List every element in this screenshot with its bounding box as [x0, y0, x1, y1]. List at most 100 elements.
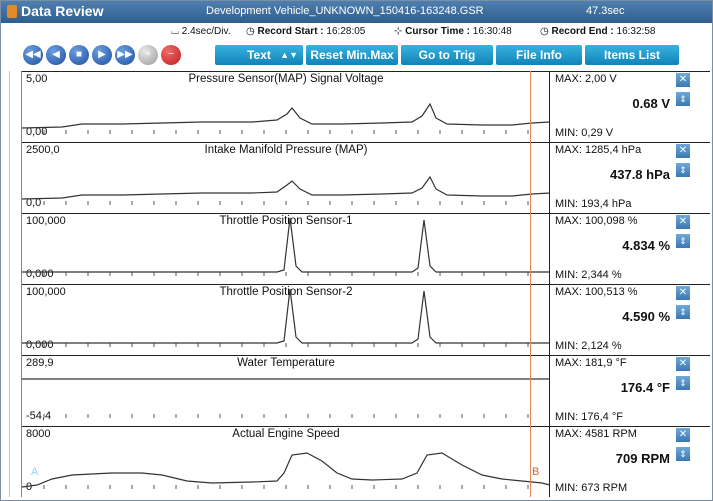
cursor-a-line[interactable]	[9, 71, 10, 497]
close-icon[interactable]: ✕	[676, 428, 690, 442]
min-value: MIN: 673 RPM	[555, 482, 628, 494]
record-start-value: 16:28:05	[326, 26, 366, 37]
graph-panel-tps2[interactable]: Throttle Position Sensor-2 100,000 0,000	[22, 284, 550, 355]
record-duration: 47.3sec	[586, 5, 625, 17]
crosshair-icon: ⊹	[394, 26, 403, 37]
cursor-time-label: Cursor Time :	[405, 26, 471, 37]
text-mode-label: Text	[247, 48, 271, 62]
close-icon[interactable]: ✕	[676, 286, 690, 300]
file-info-button[interactable]: File Info	[496, 45, 582, 65]
signal-trace	[22, 288, 550, 344]
graph-trace-svg	[22, 452, 550, 489]
max-value: MAX: 2,00 V	[555, 73, 617, 85]
clock-icon: ◷	[540, 26, 549, 37]
scale-icon[interactable]: ⇕	[676, 163, 690, 177]
file-name: Development Vehicle_UNKNOWN_150416-16324…	[206, 5, 484, 17]
cursor-time-value: 16:30:48	[472, 26, 512, 37]
info-bar: ⌴ 2.4sec/Div. ◷ Record Start : 16:28:05 …	[1, 23, 712, 41]
record-start: ◷ Record Start : 16:28:05	[246, 26, 365, 37]
scale-icon[interactable]: ⇕	[676, 376, 690, 390]
min-value: MIN: 193,4 hPa	[555, 198, 632, 210]
graph-trace-svg	[22, 175, 550, 205]
graph-trace-svg	[22, 378, 550, 418]
graph-panel-map-voltage[interactable]: Pressure Sensor(MAP) Signal Voltage 5,00…	[22, 71, 550, 142]
current-value: 0.68 V	[632, 96, 670, 111]
min-value: MIN: 2,344 %	[555, 269, 622, 281]
value-item-map-voltage: MAX: 2,00 V 0.68 V MIN: 0,29 V ✕ ⇕	[550, 71, 710, 142]
scale-icon[interactable]: ⇕	[676, 234, 690, 248]
signal-trace	[22, 217, 550, 273]
min-value: MIN: 2,124 %	[555, 340, 622, 352]
time-division-value: 2.4sec/Div.	[181, 26, 231, 37]
window-title: Data Review	[21, 3, 104, 19]
close-icon[interactable]: ✕	[676, 215, 690, 229]
graph-panel-water-temp[interactable]: Water Temperature 289,9 -54,4	[22, 355, 550, 426]
remove-item-button[interactable]: −	[161, 45, 181, 65]
updown-icon: ▲▼	[280, 50, 298, 60]
reset-minmax-button[interactable]: Reset Min.Max	[306, 45, 398, 65]
value-item-map-pressure: MAX: 1285,4 hPa 437.8 hPa MIN: 193,4 hPa…	[550, 142, 710, 213]
cursor-b-line[interactable]	[530, 71, 531, 497]
record-end-label: Record End :	[551, 26, 614, 37]
scale-icon[interactable]: ⇕	[676, 305, 690, 319]
graph-panel-map-pressure[interactable]: Intake Manifold Pressure (MAP) 2500,0 0,…	[22, 142, 550, 213]
cursor-time: ⊹ Cursor Time : 16:30:48	[394, 26, 512, 37]
tick-marks	[43, 343, 529, 347]
min-value: MIN: 0,29 V	[555, 127, 614, 139]
data-review-window: Data Review Development Vehicle_UNKNOWN_…	[0, 0, 713, 501]
graph-trace-svg	[22, 217, 550, 276]
tick-marks	[43, 272, 529, 276]
signal-trace	[22, 175, 550, 200]
items-list-button[interactable]: Items List	[585, 45, 679, 65]
app-icon	[7, 5, 17, 18]
graph-panel-tps1[interactable]: Throttle Position Sensor-1 100,000 0,000	[22, 213, 550, 284]
cursor-b-label: B	[532, 466, 540, 478]
title-bar: Data Review Development Vehicle_UNKNOWN_…	[1, 1, 712, 23]
tick-marks	[43, 414, 529, 418]
current-value: 176.4 °F	[620, 380, 670, 395]
record-start-label: Record Start :	[257, 26, 324, 37]
time-division: ⌴ 2.4sec/Div.	[171, 26, 231, 37]
close-icon[interactable]: ✕	[676, 357, 690, 371]
graph-trace-svg	[22, 288, 550, 347]
play-button[interactable]: ▶	[92, 45, 112, 65]
max-value: MAX: 100,098 %	[555, 215, 638, 227]
division-icon: ⌴	[171, 26, 179, 37]
go-to-trig-button[interactable]: Go to Trig	[401, 45, 493, 65]
clock-icon: ◷	[246, 26, 255, 37]
signal-trace	[22, 102, 550, 129]
value-sidebar: MAX: 2,00 V 0.68 V MIN: 0,29 V ✕ ⇕ MAX: …	[549, 71, 710, 497]
record-end: ◷ Record End : 16:32:58	[540, 26, 655, 37]
signal-trace	[22, 452, 550, 488]
stop-button[interactable]: ■	[69, 45, 89, 65]
cursor-a-label: A	[31, 466, 39, 478]
max-value: MAX: 100,513 %	[555, 286, 638, 298]
value-item-tps2: MAX: 100,513 % 4.590 % MIN: 2,124 % ✕ ⇕	[550, 284, 710, 355]
current-value: 4.590 %	[622, 309, 670, 324]
graph-trace-svg	[22, 102, 550, 134]
graph-panel-engine-speed[interactable]: Actual Engine Speed 8000 0	[22, 426, 550, 497]
close-icon[interactable]: ✕	[676, 73, 690, 87]
toolbar: ◀◀ ◀ ■ ▶ ▶▶ + − Text ▲▼ Reset Min.Max Go…	[1, 42, 712, 68]
current-value: 437.8 hPa	[610, 167, 670, 182]
tick-marks	[43, 130, 529, 134]
rewind-button[interactable]: ◀◀	[23, 45, 43, 65]
max-value: MAX: 1285,4 hPa	[555, 144, 642, 156]
value-item-water-temp: MAX: 181,9 °F 176.4 °F MIN: 176,4 °F ✕ ⇕	[550, 355, 710, 426]
text-mode-button[interactable]: Text ▲▼	[215, 45, 303, 65]
tick-marks	[43, 201, 529, 205]
close-icon[interactable]: ✕	[676, 144, 690, 158]
max-value: MAX: 181,9 °F	[555, 357, 627, 369]
current-value: 709 RPM	[615, 451, 670, 466]
previous-button[interactable]: ◀	[46, 45, 66, 65]
fast-forward-button[interactable]: ▶▶	[115, 45, 135, 65]
graph-area[interactable]: Pressure Sensor(MAP) Signal Voltage 5,00…	[21, 71, 550, 497]
add-item-button[interactable]: +	[138, 45, 158, 65]
scale-icon[interactable]: ⇕	[676, 92, 690, 106]
tick-marks	[43, 485, 529, 489]
record-end-value: 16:32:58	[616, 26, 656, 37]
current-value: 4.834 %	[622, 238, 670, 253]
scale-icon[interactable]: ⇕	[676, 447, 690, 461]
min-value: MIN: 176,4 °F	[555, 411, 623, 423]
value-item-engine-speed: MAX: 4581 RPM 709 RPM MIN: 673 RPM ✕ ⇕	[550, 426, 710, 497]
